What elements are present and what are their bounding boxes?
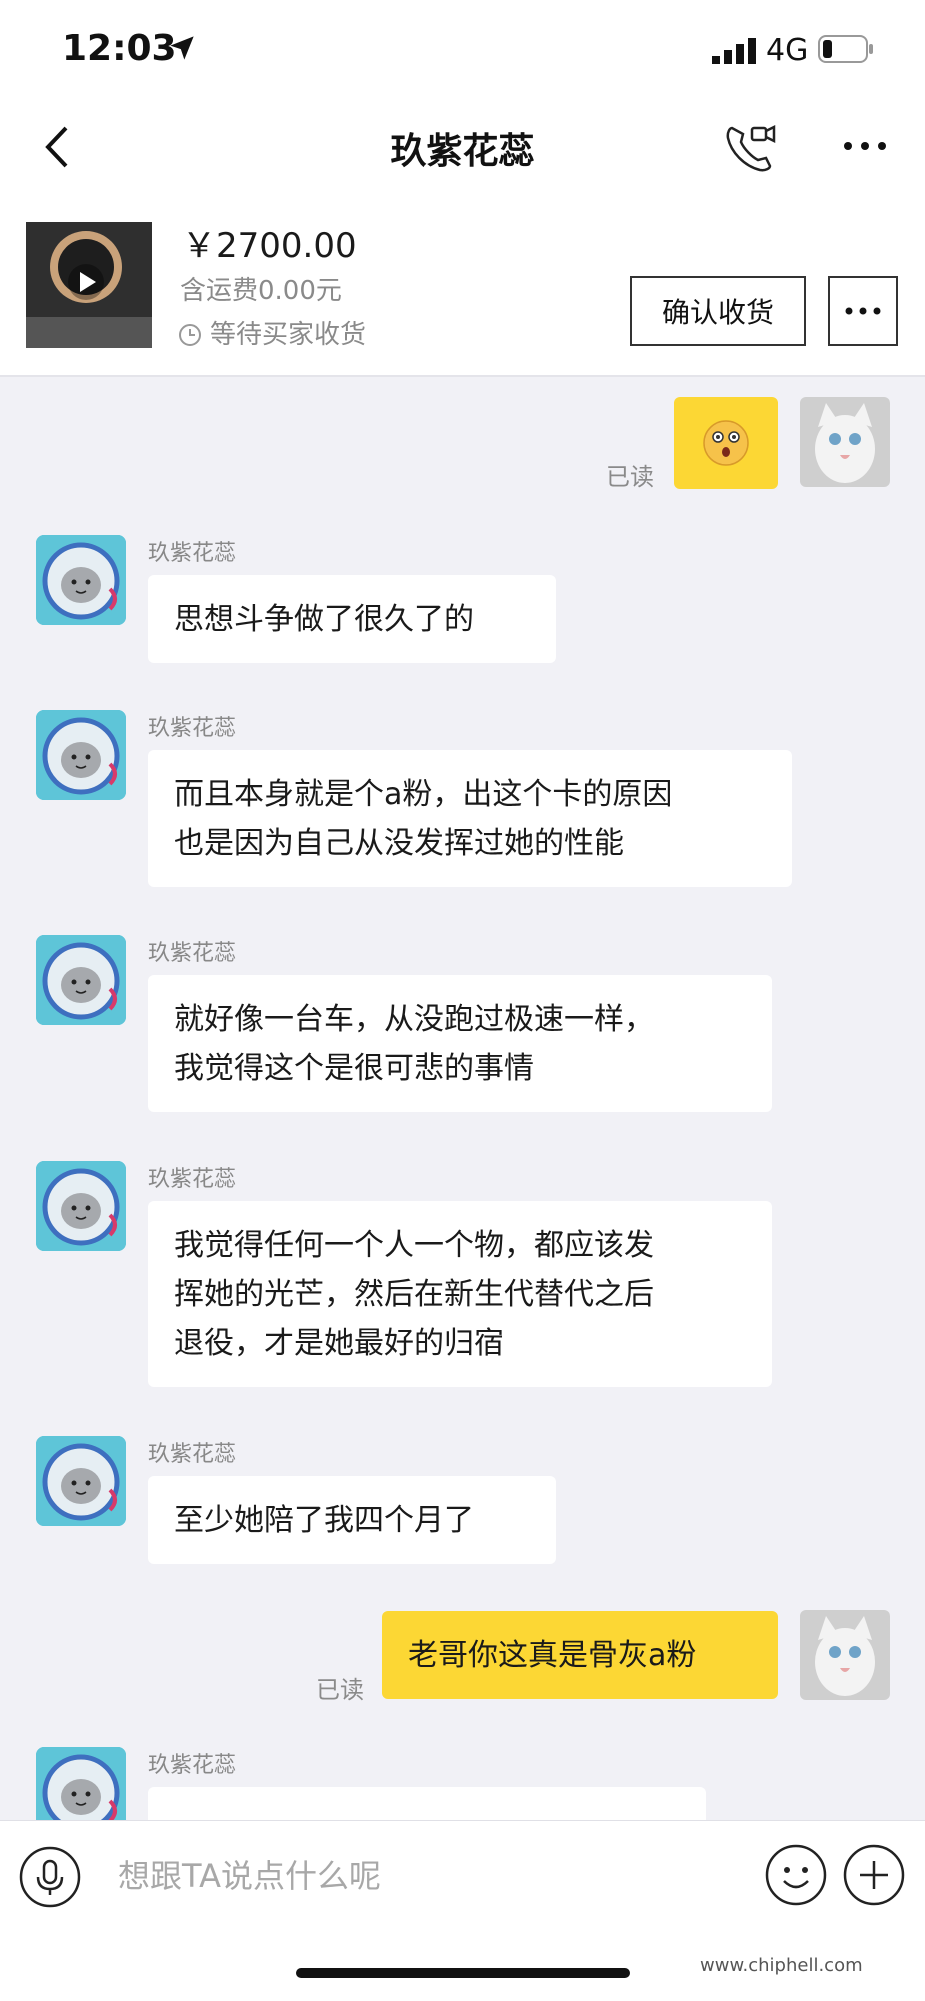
- sender-name: 玖紫花蕊: [148, 1753, 237, 1778]
- my-avatar[interactable]: [800, 397, 890, 487]
- message-text: 至少她陪了我四个月了: [174, 1503, 474, 1538]
- nav-bar: 玖紫花蕊: [0, 100, 925, 210]
- message-bubble[interactable]: [148, 1787, 706, 1820]
- message-line: 我觉得这个是很可悲的事情: [174, 1051, 534, 1086]
- message-bubble[interactable]: 就好像一台车，从没跑过极速一样， 我觉得这个是很可悲的事情: [148, 975, 772, 1112]
- contact-avatar[interactable]: [36, 710, 126, 800]
- product-image: [26, 222, 152, 348]
- signal-icon: [712, 38, 756, 64]
- read-receipt: 已读: [316, 1676, 364, 1704]
- contact-avatar[interactable]: [36, 1747, 126, 1820]
- sender-name: 玖紫花蕊: [148, 1442, 237, 1467]
- product-price: ￥2700.00: [182, 226, 357, 266]
- location-arrow-icon: [170, 36, 194, 60]
- product-more-button[interactable]: [828, 276, 898, 346]
- confirm-receipt-button[interactable]: 确认收货: [630, 276, 806, 346]
- cat-avatar-image: [800, 397, 890, 487]
- microphone-icon[interactable]: [18, 1845, 82, 1909]
- contact-avatar[interactable]: [36, 1436, 126, 1526]
- order-status-text: 等待买家收货: [210, 320, 367, 350]
- sticker-bubble[interactable]: [674, 397, 778, 489]
- sender-name: 玖紫花蕊: [148, 1167, 237, 1192]
- more-dots-icon: [845, 307, 881, 315]
- video-call-icon[interactable]: [722, 120, 778, 176]
- status-bar: 12:03 4G: [0, 0, 925, 100]
- sender-name: 玖紫花蕊: [148, 541, 237, 566]
- product-thumbnail[interactable]: [26, 222, 152, 348]
- product-card[interactable]: ￥2700.00 含运费0.00元 等待买家收货 确认收货: [0, 210, 925, 377]
- message-bubble[interactable]: 我觉得任何一个人一个物，都应该发 挥她的光芒，然后在新生代替代之后 退役，才是她…: [148, 1201, 772, 1387]
- sender-name: 玖紫花蕊: [148, 941, 237, 966]
- my-message-bubble[interactable]: 老哥你这真是骨灰a粉: [382, 1611, 778, 1699]
- message-line: 我觉得任何一个人一个物，都应该发: [174, 1228, 654, 1263]
- network-type: 4G: [766, 33, 809, 68]
- message-input[interactable]: 想跟TA说点什么呢: [118, 1851, 381, 1897]
- read-receipt: 已读: [606, 463, 654, 491]
- contact-avatar[interactable]: [36, 935, 126, 1025]
- cartoon-cat-avatar-image: [36, 535, 126, 625]
- plus-icon[interactable]: [842, 1843, 906, 1907]
- clock-icon: [179, 324, 201, 346]
- message-line: 退役，才是她最好的归宿: [174, 1326, 504, 1361]
- shocked-emoji-icon: [703, 420, 749, 466]
- message-text: 思想斗争做了很久了的: [174, 602, 474, 637]
- cartoon-cat-avatar-image: [36, 1747, 126, 1820]
- home-indicator: [296, 1968, 630, 1978]
- smile-icon[interactable]: [764, 1843, 828, 1907]
- message-bubble[interactable]: 思想斗争做了很久了的: [148, 575, 556, 663]
- more-dots-icon[interactable]: [840, 136, 890, 156]
- order-status: 等待买家收货: [178, 314, 366, 351]
- shipping-fee: 含运费0.00元: [180, 276, 342, 306]
- my-avatar[interactable]: [800, 1610, 890, 1700]
- message-line: 挥她的光芒，然后在新生代替代之后: [174, 1277, 654, 1312]
- contact-avatar[interactable]: [36, 1161, 126, 1251]
- sender-name: 玖紫花蕊: [148, 716, 237, 741]
- cat-avatar-image: [800, 1610, 890, 1700]
- message-line: 而且本身就是个a粉，出这个卡的原因: [174, 777, 673, 812]
- message-bubble[interactable]: 至少她陪了我四个月了: [148, 1476, 556, 1564]
- watermark: www.chiphell.com: [700, 1955, 863, 1976]
- battery-icon: [818, 35, 873, 63]
- cartoon-cat-avatar-image: [36, 710, 126, 800]
- status-time: 12:03: [62, 28, 177, 69]
- cartoon-cat-avatar-image: [36, 935, 126, 1025]
- message-text: 老哥你这真是骨灰a粉: [408, 1638, 697, 1673]
- message-bubble[interactable]: 而且本身就是个a粉，出这个卡的原因 也是因为自己从没发挥过她的性能: [148, 750, 792, 887]
- chat-title: 玖紫花蕊: [390, 131, 535, 172]
- message-line: 也是因为自己从没发挥过她的性能: [174, 826, 624, 861]
- chat-area[interactable]: 已读 玖紫花蕊 思想斗争做了很久了的 玖紫花蕊 而且本身就是个a粉，出这个卡的原…: [0, 377, 925, 1820]
- cartoon-cat-avatar-image: [36, 1436, 126, 1526]
- contact-avatar[interactable]: [36, 535, 126, 625]
- cartoon-cat-avatar-image: [36, 1161, 126, 1251]
- message-line: 就好像一台车，从没跑过极速一样，: [174, 1002, 654, 1037]
